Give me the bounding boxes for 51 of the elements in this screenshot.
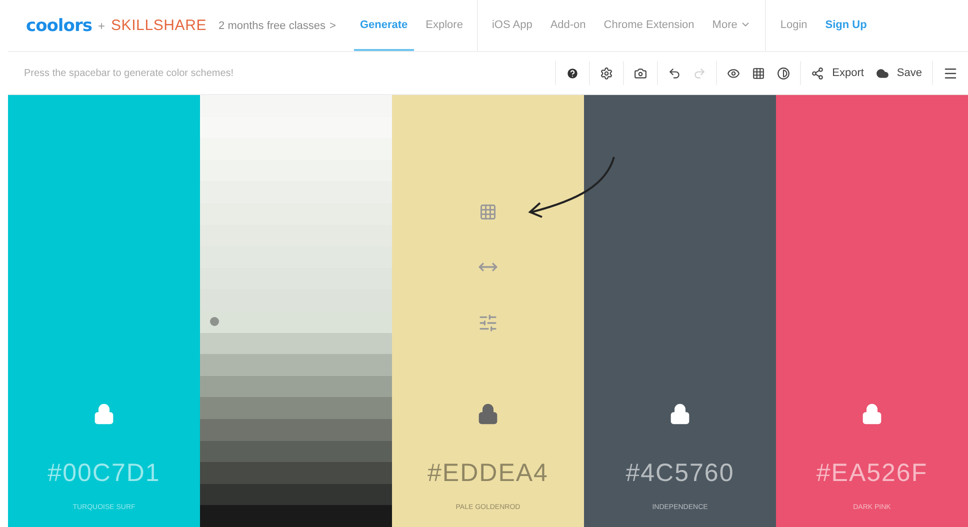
camera-button[interactable]	[634, 66, 648, 80]
share-icon	[811, 66, 824, 80]
shade-swatch[interactable]	[200, 138, 392, 160]
contrast-button[interactable]	[777, 66, 790, 80]
plus-sign: +	[98, 18, 105, 32]
nav-link[interactable]: Login	[774, 0, 814, 51]
lock-icon[interactable]	[669, 403, 691, 425]
nav-link[interactable]: Sign Up	[819, 0, 873, 51]
shade-swatch[interactable]	[200, 505, 392, 527]
hex-code: #EDDEA4	[428, 459, 548, 488]
hex-code: #00C7D1	[48, 459, 160, 488]
hex-code: #4C5760	[626, 459, 734, 488]
menu-button[interactable]	[943, 66, 958, 80]
nav-link[interactable]: More	[706, 0, 758, 51]
hint-text: Press the spacebar to generate color schemes!	[24, 68, 235, 78]
nav-link[interactable]: Add-on	[544, 0, 592, 51]
shade-swatch[interactable]	[200, 332, 392, 354]
marker-dot	[210, 316, 219, 326]
export-button[interactable]: Export	[811, 66, 864, 80]
shade-swatch[interactable]	[200, 95, 392, 117]
lock-icon[interactable]	[861, 403, 883, 425]
nav-link[interactable]: Chrome Extension	[598, 0, 700, 51]
lock-icon[interactable]	[477, 403, 499, 425]
hex-code: #EA526F	[816, 459, 928, 488]
save-button[interactable]: Save	[876, 66, 922, 80]
shade-swatch[interactable]	[200, 181, 392, 203]
shade-swatch[interactable]	[200, 310, 392, 333]
view-button[interactable]	[727, 66, 740, 80]
shade-swatch[interactable]	[200, 397, 392, 419]
cloud-icon	[876, 66, 889, 80]
logo[interactable]: coolors	[26, 16, 92, 36]
promo-link[interactable]: 2 months free classes >	[218, 20, 336, 32]
shade-swatch[interactable]	[200, 160, 392, 182]
shade-swatch[interactable]	[200, 462, 392, 484]
shade-swatch[interactable]	[200, 354, 392, 376]
help-button[interactable]	[566, 66, 580, 80]
shade-swatch[interactable]	[200, 418, 392, 440]
partner-logo[interactable]: SKILLSHARE	[110, 17, 207, 34]
nav-tab[interactable]: Explore	[420, 0, 469, 51]
nav-link[interactable]: iOS App	[486, 0, 538, 51]
sliders-icon[interactable]	[478, 313, 498, 333]
shade-swatch[interactable]	[200, 116, 392, 138]
nav-tab[interactable]: Generate	[354, 0, 414, 51]
grid-button[interactable]	[752, 66, 766, 80]
undo-button[interactable]	[668, 66, 682, 80]
shade-swatch[interactable]	[200, 202, 392, 225]
shade-swatch[interactable]	[200, 484, 392, 506]
grid-icon[interactable]	[479, 203, 497, 221]
settings-button[interactable]	[600, 66, 614, 80]
shade-swatch[interactable]	[200, 376, 392, 398]
shade-swatch[interactable]	[200, 440, 392, 462]
